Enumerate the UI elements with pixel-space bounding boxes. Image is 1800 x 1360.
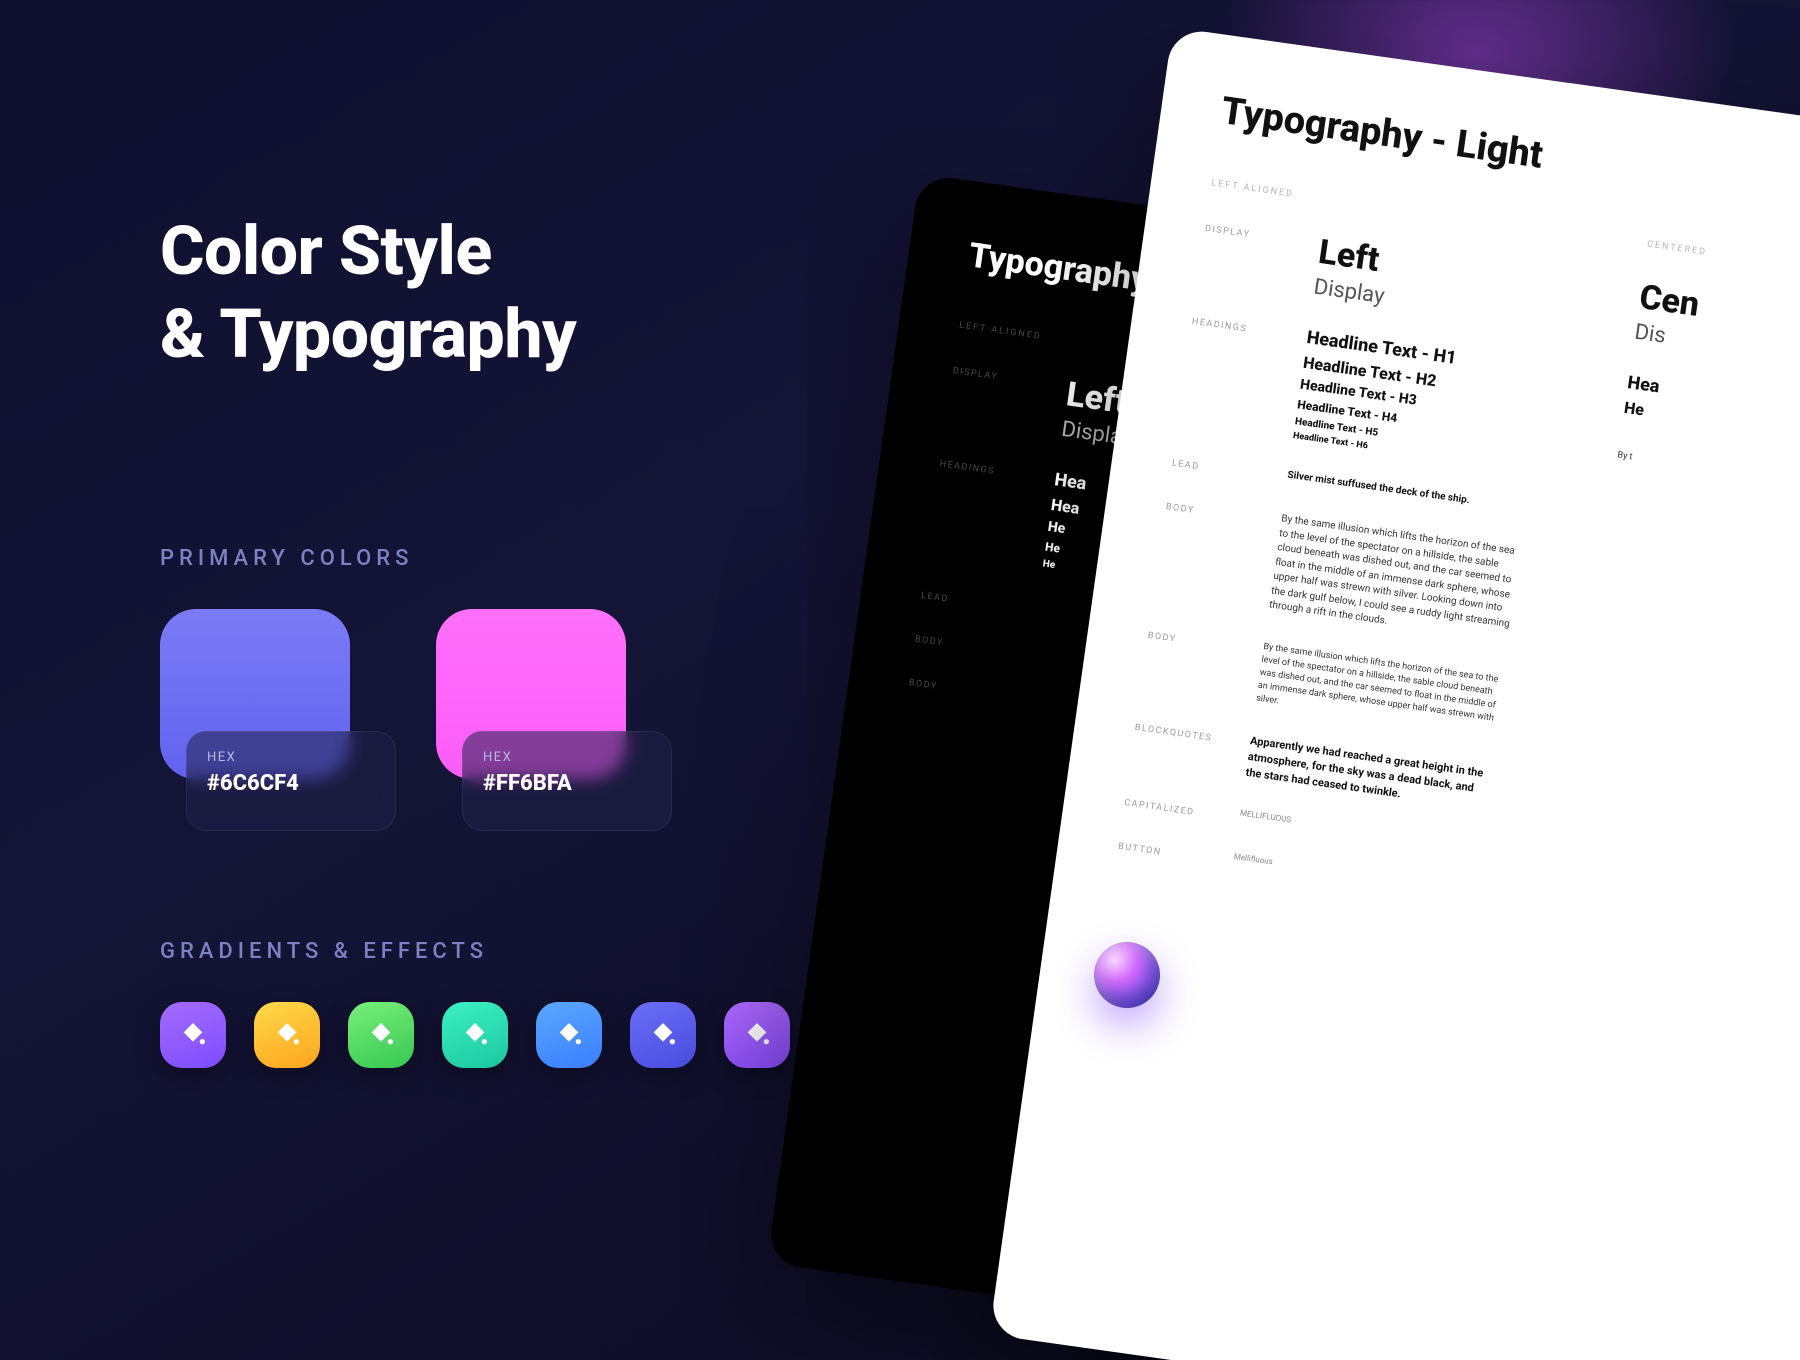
row-tag-headings: HEADINGS bbox=[1191, 311, 1280, 339]
hex-caption: HEX bbox=[207, 750, 375, 765]
swatch-primary-2: HEX #FF6BFA bbox=[436, 609, 656, 779]
capitalized-sample: MELLIFLUOUS bbox=[1239, 808, 1482, 851]
hex-label: HEX #FF6BFA bbox=[462, 731, 672, 831]
gradient-swatch-yellow bbox=[254, 1002, 320, 1068]
row-tag-body: BODY bbox=[1165, 496, 1254, 524]
row-tag-headings: HEADINGS bbox=[939, 454, 1028, 482]
row-tag-display: DISPLAY bbox=[952, 360, 1041, 388]
button-label-sample: Mellifluous bbox=[1233, 852, 1476, 895]
swatch-primary-1: HEX #6C6CF4 bbox=[160, 609, 380, 779]
decorative-orb bbox=[1094, 942, 1160, 1008]
paint-bucket-icon bbox=[365, 1019, 397, 1051]
paint-bucket-icon bbox=[553, 1019, 585, 1051]
row-tag-capitalized: CAPITALIZED bbox=[1124, 792, 1213, 820]
body-text-small: By the same illusion which lifts the hor… bbox=[1255, 641, 1506, 740]
row-tag-blockquotes: BLOCKQUOTES bbox=[1134, 717, 1223, 745]
title-line-2: & Typography bbox=[160, 294, 576, 374]
row-tag-lead: LEAD bbox=[1171, 453, 1260, 481]
gradient-swatch-blue bbox=[536, 1002, 602, 1068]
gradient-swatch-teal bbox=[442, 1002, 508, 1068]
gradient-swatch-green bbox=[348, 1002, 414, 1068]
hex-value: #FF6BFA bbox=[483, 771, 651, 796]
row-tag-body: BODY bbox=[908, 672, 997, 700]
row-tag-lead: LEAD bbox=[920, 585, 1009, 613]
gradient-swatch-indigo bbox=[630, 1002, 696, 1068]
row-tag-body: BODY bbox=[914, 629, 1003, 657]
typography-mockups: Typography - LEFT ALIGNED DISPLAY Left D… bbox=[750, 0, 1800, 1360]
body-text-small: By t bbox=[1616, 450, 1800, 513]
primary-colors-label: PRIMARY COLORS bbox=[160, 546, 940, 571]
row-tag-body: BODY bbox=[1147, 625, 1236, 653]
primary-swatches: HEX #6C6CF4 HEX #FF6BFA bbox=[160, 609, 940, 779]
row-tag-button: BUTTON bbox=[1117, 836, 1206, 864]
body-text: By the same illusion which lifts the hor… bbox=[1268, 513, 1524, 647]
paint-bucket-icon bbox=[177, 1019, 209, 1051]
gradient-swatch-purple bbox=[160, 1002, 226, 1068]
hex-value: #6C6CF4 bbox=[207, 771, 375, 796]
page-title: Color Style & Typography bbox=[160, 210, 940, 376]
hex-caption: HEX bbox=[483, 750, 651, 765]
paint-bucket-icon bbox=[271, 1019, 303, 1051]
gradient-swatch-violet bbox=[724, 1002, 790, 1068]
hex-label: HEX #6C6CF4 bbox=[186, 731, 396, 831]
paint-bucket-icon bbox=[741, 1019, 773, 1051]
row-tag-display: DISPLAY bbox=[1204, 218, 1293, 246]
lead-text: Silver mist suffused the deck of the shi… bbox=[1286, 469, 1530, 517]
paint-bucket-icon bbox=[647, 1019, 679, 1051]
title-line-1: Color Style bbox=[160, 211, 492, 291]
paint-bucket-icon bbox=[459, 1019, 491, 1051]
blockquote-text: Apparently we had reached a great height… bbox=[1245, 733, 1493, 814]
